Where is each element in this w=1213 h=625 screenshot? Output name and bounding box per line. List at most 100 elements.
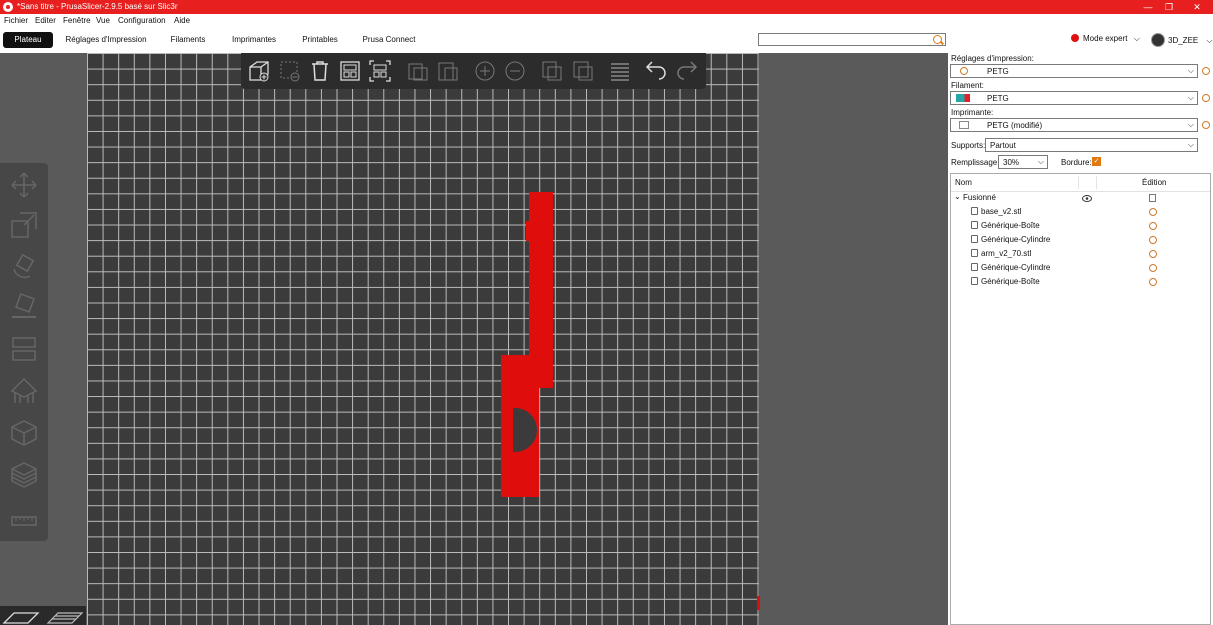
menu-fenetre[interactable]: Fenêtre <box>63 16 91 25</box>
copy-icon[interactable] <box>406 59 430 83</box>
part-name: base_v2.stl <box>981 207 1022 216</box>
menu-configuration[interactable]: Configuration <box>118 16 166 25</box>
menu-vue[interactable]: Vue <box>96 16 110 25</box>
part-icon <box>971 263 978 271</box>
part-settings-gear-icon[interactable] <box>1149 278 1157 286</box>
preview-icon[interactable] <box>46 612 84 624</box>
column-edit[interactable]: Édition <box>1142 178 1166 187</box>
chevron-down-icon: ⌵ <box>1037 157 1044 166</box>
view-selector <box>0 606 86 625</box>
menu-editer[interactable]: Editer <box>35 16 56 25</box>
paste-icon[interactable] <box>436 59 460 83</box>
maximize-button[interactable]: ❐ <box>1157 1 1181 13</box>
scale-icon[interactable] <box>10 211 38 239</box>
edit-object-icon[interactable] <box>1149 194 1156 202</box>
tab-reglages-impression[interactable]: Réglages d'Impression <box>62 32 150 48</box>
seam-paint-icon[interactable] <box>10 419 38 447</box>
menu-fichier[interactable]: Fichier <box>4 16 28 25</box>
add-instance-icon[interactable] <box>473 59 497 83</box>
rotate-icon[interactable] <box>10 251 38 279</box>
tab-imprimantes[interactable]: Imprimantes <box>226 32 282 48</box>
search-icon[interactable] <box>933 35 942 44</box>
place-on-face-icon[interactable] <box>10 293 38 321</box>
tab-plateau[interactable]: Plateau <box>3 32 53 48</box>
model-notch[interactable] <box>526 221 532 241</box>
list-item[interactable]: Générique-Cylindre <box>951 261 1210 275</box>
print-settings-value: PETG <box>987 67 1009 76</box>
printer-edit-icon[interactable] <box>1202 121 1210 129</box>
mode-selector[interactable]: Mode expert ⌵ <box>1071 34 1140 44</box>
list-item[interactable]: base_v2.stl <box>951 205 1210 219</box>
part-settings-gear-icon[interactable] <box>1149 236 1157 244</box>
trash-icon[interactable] <box>308 59 332 83</box>
prusaslicer-logo-icon <box>3 2 13 12</box>
tab-filaments[interactable]: Filaments <box>163 32 213 48</box>
part-name: Générique-Boîte <box>981 277 1040 286</box>
redo-icon[interactable] <box>675 59 699 83</box>
arrange-icon[interactable] <box>338 59 362 83</box>
menu-aide[interactable]: Aide <box>174 16 190 25</box>
window-title: *Sans titre - PrusaSlicer-2.9.5 basé sur… <box>17 2 178 11</box>
column-name[interactable]: Nom <box>955 178 972 187</box>
part-icon <box>971 221 978 229</box>
supports-paint-icon[interactable] <box>10 377 38 405</box>
part-icon <box>971 277 978 285</box>
list-item[interactable]: Générique-Boîte <box>951 219 1210 233</box>
printer-combo[interactable]: PETG (modifié) ⌵ <box>950 118 1198 132</box>
settings-gear-icon <box>960 67 968 75</box>
tab-printables[interactable]: Printables <box>296 32 344 48</box>
column-divider <box>1096 176 1097 189</box>
move-icon[interactable] <box>10 171 38 199</box>
model-edge[interactable] <box>757 596 760 610</box>
3d-viewport[interactable] <box>0 53 948 625</box>
print-settings-combo[interactable]: PETG ⌵ <box>950 64 1198 78</box>
measure-icon[interactable] <box>10 507 38 535</box>
list-item[interactable]: Générique-Cylindre <box>951 233 1210 247</box>
print-settings-edit-icon[interactable] <box>1202 67 1210 75</box>
filament-value: PETG <box>987 94 1009 103</box>
eye-icon[interactable] <box>1082 195 1092 202</box>
cut-icon[interactable] <box>10 335 38 363</box>
add-object-icon[interactable] <box>247 59 271 83</box>
filament-combo[interactable]: PETG ⌵ <box>950 91 1198 105</box>
print-bed[interactable] <box>87 53 760 625</box>
filament-edit-icon[interactable] <box>1202 94 1210 102</box>
part-settings-gear-icon[interactable] <box>1149 222 1157 230</box>
tab-bar: Plateau Réglages d'Impression Filaments … <box>0 27 1213 54</box>
split-objects-icon[interactable] <box>540 59 564 83</box>
part-settings-gear-icon[interactable] <box>1149 264 1157 272</box>
brim-label: Bordure: <box>1061 158 1092 167</box>
infill-combo[interactable]: 30% ⌵ <box>998 155 1048 169</box>
brim-checkbox[interactable]: ✓ <box>1092 157 1101 166</box>
3d-view-icon[interactable] <box>2 612 40 624</box>
list-item[interactable]: Générique-Boîte <box>951 275 1210 289</box>
split-parts-icon[interactable] <box>571 59 595 83</box>
search-input[interactable] <box>758 33 946 46</box>
undo-icon[interactable] <box>644 59 668 83</box>
tab-prusa-connect[interactable]: Prusa Connect <box>358 32 420 48</box>
remove-instance-icon[interactable] <box>503 59 527 83</box>
supports-combo[interactable]: Partout ⌵ <box>985 138 1198 152</box>
layers-editing-icon[interactable] <box>608 59 632 83</box>
chevron-down-icon: ⌵ <box>1133 34 1140 43</box>
filament-color-swatch-icon <box>956 94 970 102</box>
mode-indicator-icon <box>1071 34 1079 42</box>
top-toolbar <box>241 53 706 89</box>
arrange-selection-icon[interactable] <box>368 59 392 83</box>
user-account[interactable]: 3D_ZEE ⌵ <box>1151 33 1213 47</box>
object-list[interactable]: Nom Édition ⌄ Fusionné base_v2.stl Génér… <box>950 173 1211 625</box>
close-button[interactable]: ✕ <box>1185 1 1209 13</box>
supports-value: Partout <box>990 141 1016 150</box>
part-settings-gear-icon[interactable] <box>1149 250 1157 258</box>
delete-object-icon[interactable] <box>278 59 302 83</box>
object-list-header: Nom Édition <box>951 174 1210 192</box>
infill-value: 30% <box>1003 158 1020 167</box>
mmu-paint-icon[interactable] <box>10 461 38 489</box>
infill-label: Remplissage: <box>951 158 1000 167</box>
chevron-down-icon[interactable]: ⌄ <box>954 192 961 201</box>
printer-label: Imprimante: <box>951 108 994 117</box>
list-item-group[interactable]: ⌄ Fusionné <box>951 191 1210 205</box>
part-settings-gear-icon[interactable] <box>1149 208 1157 216</box>
list-item[interactable]: arm_v2_70.stl <box>951 247 1210 261</box>
avatar <box>1151 33 1165 47</box>
